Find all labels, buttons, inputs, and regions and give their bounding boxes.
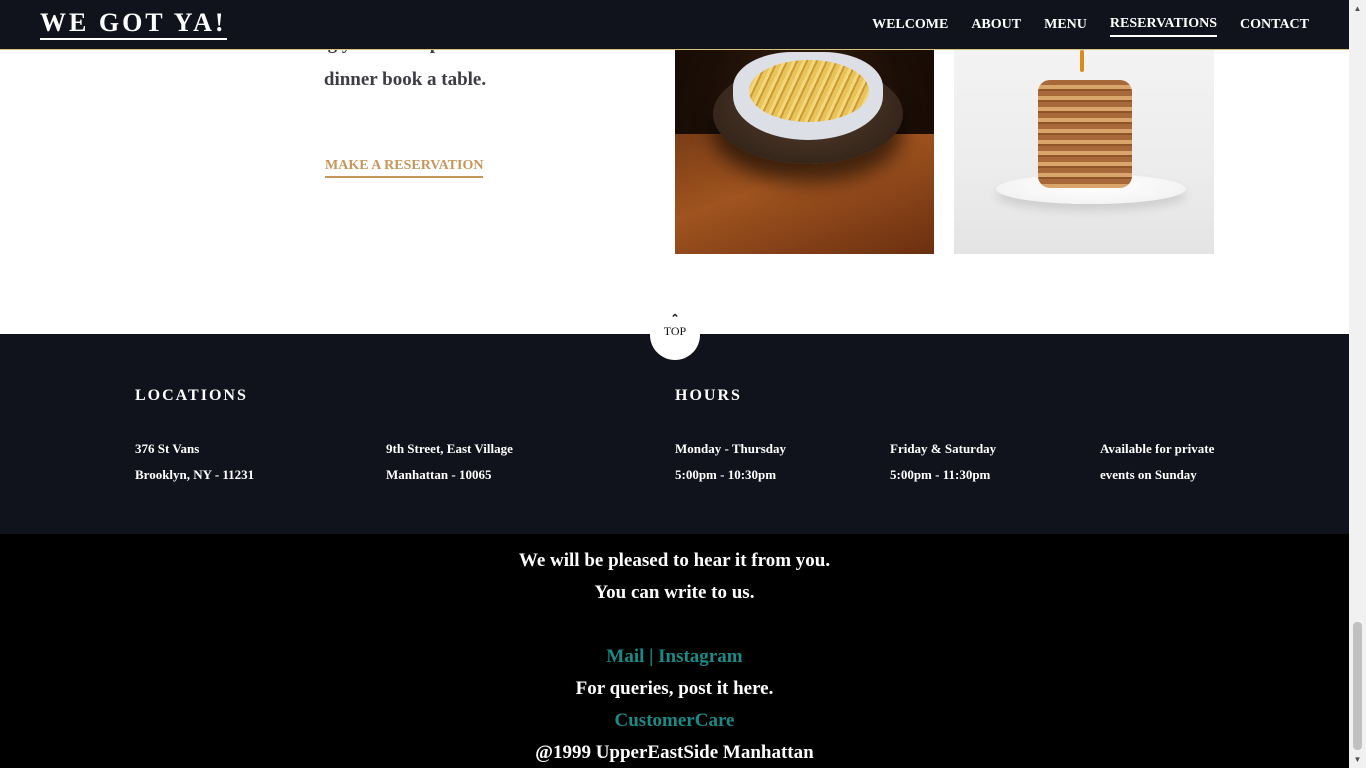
nav-about[interactable]: ABOUT bbox=[971, 15, 1021, 36]
hours-line: 5:00pm - 11:30pm bbox=[890, 467, 991, 482]
site-logo[interactable]: WE GOT YA! bbox=[40, 8, 227, 40]
footer-copyright: @1999 UpperEastSide Manhattan bbox=[535, 742, 814, 763]
hours-private-events: Available for private events on Sunday bbox=[1100, 436, 1214, 488]
main-content: forward in seeing you at our place. For … bbox=[0, 0, 1349, 334]
location-manhattan: 9th Street, East Village Manhattan - 100… bbox=[386, 436, 513, 488]
footer-message: You can write to us. bbox=[594, 582, 755, 603]
hours-line: events on Sunday bbox=[1100, 467, 1197, 482]
footer-message: We will be pleased to hear it from you. bbox=[518, 550, 831, 571]
site-footer: We will be pleased to hear it from you. … bbox=[0, 534, 1349, 768]
main-nav: WELCOME ABOUT MENU RESERVATIONS CONTACT bbox=[849, 0, 1309, 50]
locations-heading: LOCATIONS bbox=[135, 387, 248, 404]
customer-care-link[interactable]: CustomerCare bbox=[615, 710, 735, 731]
footer-social-links: Mail | Instagram bbox=[0, 645, 1349, 669]
nav-reservations[interactable]: RESERVATIONS bbox=[1109, 14, 1218, 37]
scrollbar-thumb[interactable] bbox=[1353, 622, 1362, 750]
chevron-up-icon: ⌃ bbox=[670, 313, 680, 325]
hours-line: 5:00pm - 10:30pm bbox=[675, 467, 777, 482]
pancakes-photo bbox=[954, 50, 1214, 254]
hours-weekend: Friday & Saturday 5:00pm - 11:30pm bbox=[890, 436, 996, 488]
hours-weekday: Monday - Thursday 5:00pm - 10:30pm bbox=[675, 436, 786, 488]
intro-line: dinner book a table. bbox=[323, 69, 487, 90]
page-scrollbar[interactable]: ▲ ▼ bbox=[1349, 0, 1366, 768]
nav-menu[interactable]: MENU bbox=[1044, 15, 1087, 36]
back-to-top-button[interactable]: ⌃ TOP bbox=[650, 310, 700, 360]
location-line: 376 St Vans bbox=[135, 441, 200, 456]
hours-line: Available for private bbox=[1100, 441, 1215, 456]
instagram-link[interactable]: Instagram bbox=[658, 646, 742, 667]
top-label: TOP bbox=[663, 324, 687, 338]
scroll-down-arrow-icon[interactable]: ▼ bbox=[1349, 751, 1366, 768]
footer-queries-text: For queries, post it here. bbox=[575, 678, 774, 699]
footer-customer-care-row: CustomerCare bbox=[0, 709, 1349, 733]
hours-heading: HOURS bbox=[675, 387, 742, 404]
location-line: Brooklyn, NY - 11231 bbox=[135, 467, 255, 482]
location-line: 9th Street, East Village bbox=[386, 441, 513, 456]
hours-line: Monday - Thursday bbox=[675, 441, 787, 456]
info-section: LOCATIONS HOURS 376 St Vans Brooklyn, NY… bbox=[0, 334, 1349, 534]
mail-link[interactable]: Mail bbox=[606, 646, 644, 667]
hours-line: Friday & Saturday bbox=[890, 441, 997, 456]
link-separator: | bbox=[644, 646, 659, 667]
location-line: Manhattan - 10065 bbox=[386, 467, 492, 482]
nav-contact[interactable]: CONTACT bbox=[1240, 15, 1309, 36]
scroll-up-arrow-icon[interactable]: ▲ bbox=[1349, 0, 1366, 17]
fries-photo bbox=[675, 50, 934, 254]
location-brooklyn: 376 St Vans Brooklyn, NY - 11231 bbox=[135, 436, 254, 488]
nav-welcome[interactable]: WELCOME bbox=[872, 15, 948, 36]
make-reservation-link[interactable]: MAKE A RESERVATION bbox=[325, 156, 484, 178]
site-header: WE GOT YA! WELCOME ABOUT MENU RESERVATIO… bbox=[0, 0, 1349, 50]
